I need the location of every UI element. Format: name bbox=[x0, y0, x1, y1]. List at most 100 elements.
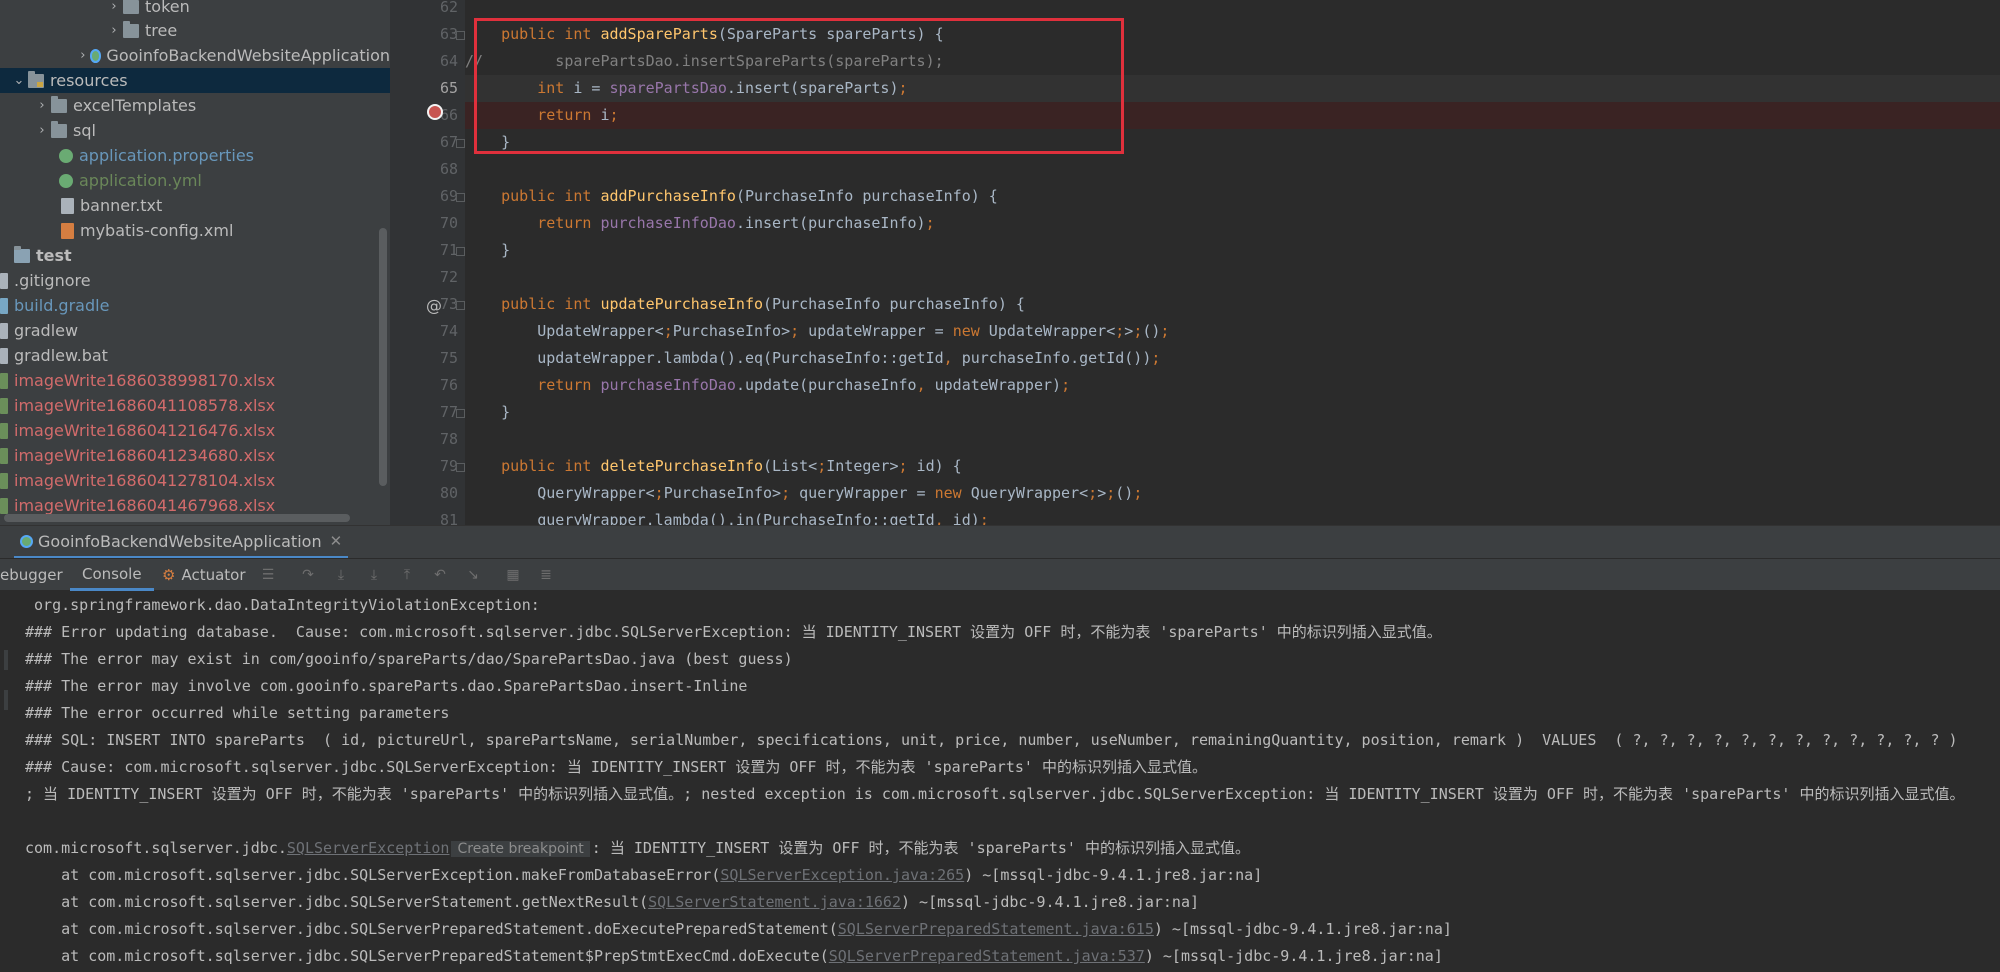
run-tab-application[interactable]: GooinfoBackendWebsiteApplication ✕ bbox=[14, 526, 349, 559]
code-line[interactable]: return i; bbox=[465, 102, 2000, 129]
code-line[interactable]: UpdateWrapper<;PurchaseInfo>; updateWrap… bbox=[465, 318, 2000, 345]
close-icon[interactable]: ✕ bbox=[330, 532, 343, 550]
code-line[interactable]: // sparePartsDao.insertSpareParts(spareP… bbox=[465, 48, 2000, 75]
evaluate-icon[interactable]: ▦ bbox=[505, 567, 521, 583]
chevron-down-icon[interactable]: ⌄ bbox=[10, 73, 28, 88]
code-line[interactable]: QueryWrapper<;PurchaseInfo>; queryWrappe… bbox=[465, 480, 2000, 507]
fold-marker-icon[interactable] bbox=[456, 301, 465, 310]
tree-item-application-yml[interactable]: application.yml bbox=[0, 168, 390, 193]
tree-item-tree[interactable]: › tree bbox=[0, 18, 390, 43]
console-output[interactable]: org.springframework.dao.DataIntegrityVio… bbox=[0, 590, 2000, 972]
chevron-right-icon[interactable]: › bbox=[105, 0, 123, 14]
tree-item-label: excelTemplates bbox=[73, 96, 197, 115]
project-tree[interactable]: › token › tree › GooinfoBackendWebsiteAp… bbox=[0, 0, 390, 525]
run-to-cursor-icon[interactable]: ↘ bbox=[465, 567, 481, 583]
tab-debugger[interactable]: ebugger bbox=[0, 559, 63, 591]
tab-console[interactable]: Console bbox=[70, 559, 154, 591]
code-line[interactable]: public int addPurchaseInfo(PurchaseInfo … bbox=[465, 183, 2000, 210]
chevron-right-icon[interactable]: › bbox=[105, 23, 123, 38]
exception-link[interactable]: SQLServerException bbox=[287, 839, 450, 857]
menu-icon[interactable]: ☰ bbox=[260, 567, 276, 583]
code-line[interactable]: public int updatePurchaseInfo(PurchaseIn… bbox=[465, 291, 2000, 318]
code-line[interactable] bbox=[465, 0, 2000, 21]
excel-file-icon bbox=[0, 497, 8, 514]
tree-item-label: tree bbox=[145, 21, 178, 40]
code-line[interactable] bbox=[465, 426, 2000, 453]
create-breakpoint-hint[interactable]: Create breakpoint bbox=[451, 841, 590, 857]
xml-file-icon bbox=[61, 222, 74, 239]
step-over-icon[interactable]: ↷ bbox=[300, 567, 316, 583]
trace-icon[interactable]: ≣ bbox=[538, 567, 554, 583]
tree-item-test[interactable]: test bbox=[0, 243, 390, 268]
tree-item-xlsx[interactable]: imageWrite1686041278104.xlsx bbox=[0, 468, 390, 493]
line-number: 80 bbox=[439, 484, 458, 502]
tree-item-sql[interactable]: › sql bbox=[0, 118, 390, 143]
code-line[interactable] bbox=[465, 264, 2000, 291]
breakpoint-icon[interactable] bbox=[427, 104, 443, 120]
tree-horizontal-scrollbar[interactable] bbox=[4, 514, 350, 522]
tree-item-xlsx[interactable]: imageWrite1686041216476.xlsx bbox=[0, 418, 390, 443]
tree-item-mybatis-config[interactable]: mybatis-config.xml bbox=[0, 218, 390, 243]
tree-item-exceltemplates[interactable]: › excelTemplates bbox=[0, 93, 390, 118]
tree-item-gradlew[interactable]: gradlew bbox=[0, 318, 390, 343]
chevron-right-icon[interactable]: › bbox=[33, 98, 51, 113]
code-line[interactable] bbox=[465, 156, 2000, 183]
fold-marker-icon[interactable] bbox=[456, 193, 465, 202]
tree-item-xlsx[interactable]: imageWrite1686041108578.xlsx bbox=[0, 393, 390, 418]
tree-item-label: resources bbox=[50, 71, 128, 90]
code-editor[interactable]: 62 63 64 65 66 67 68 69 70 71 72 73 74 75 76 77 78 79 80 81… bbox=[390, 0, 2000, 525]
excel-file-icon bbox=[0, 397, 8, 414]
source-link[interactable]: SQLServerPreparedStatement.java:537 bbox=[829, 947, 1145, 965]
line-number: 67 bbox=[439, 133, 458, 151]
fold-marker-icon[interactable] bbox=[456, 409, 465, 418]
fold-marker-icon[interactable] bbox=[456, 463, 465, 472]
code-line[interactable]: public int addSpareParts(SpareParts spar… bbox=[465, 21, 2000, 48]
tree-item-label: banner.txt bbox=[80, 196, 163, 215]
code-line[interactable]: updateWrapper.lambda().eq(PurchaseInfo::… bbox=[465, 345, 2000, 372]
actuator-icon: ⚙ bbox=[162, 566, 176, 584]
tree-item-xlsx[interactable]: imageWrite1686041234680.xlsx bbox=[0, 443, 390, 468]
tree-item-application-class[interactable]: › GooinfoBackendWebsiteApplication bbox=[0, 43, 390, 68]
tree-item-banner[interactable]: banner.txt bbox=[0, 193, 390, 218]
console-line: ### The error may exist in com/gooinfo/s… bbox=[25, 650, 793, 668]
code-line[interactable]: return purchaseInfoDao.insert(purchaseIn… bbox=[465, 210, 2000, 237]
console-line: ### The error may involve com.gooinfo.sp… bbox=[25, 677, 748, 695]
drop-frame-icon[interactable]: ↶ bbox=[432, 567, 448, 583]
chevron-right-icon[interactable]: › bbox=[33, 123, 51, 138]
step-into-icon[interactable]: ⤓ bbox=[333, 567, 349, 583]
code-line[interactable]: public int deletePurchaseInfo(List<;Inte… bbox=[465, 453, 2000, 480]
tree-item-xlsx[interactable]: imageWrite1686038998170.xlsx bbox=[0, 368, 390, 393]
source-link[interactable]: SQLServerStatement.java:1662 bbox=[648, 893, 901, 911]
fold-marker-icon[interactable] bbox=[456, 31, 465, 40]
code-line[interactable]: return purchaseInfoDao.update(purchaseIn… bbox=[465, 372, 2000, 399]
source-link[interactable]: SQLServerPreparedStatement.java:615 bbox=[838, 920, 1154, 938]
tree-item-resources[interactable]: ⌄ resources bbox=[0, 68, 390, 93]
run-panel: GooinfoBackendWebsiteApplication ✕ ebugg… bbox=[0, 525, 2000, 972]
code-line[interactable]: int i = sparePartsDao.insert(spareParts)… bbox=[465, 75, 2000, 102]
code-line[interactable]: } bbox=[465, 129, 2000, 156]
chevron-right-icon[interactable]: › bbox=[76, 48, 90, 63]
code-line[interactable]: queryWrapper.lambda().in(PurchaseInfo::g… bbox=[465, 507, 2000, 525]
tree-item-build-gradle[interactable]: build.gradle bbox=[0, 293, 390, 318]
tab-actuator[interactable]: ⚙ Actuator bbox=[162, 559, 246, 591]
step-out-icon[interactable]: ⤒ bbox=[399, 567, 415, 583]
source-link[interactable]: SQLServerException.java:265 bbox=[720, 866, 964, 884]
force-step-into-icon[interactable]: ⤓ bbox=[366, 567, 382, 583]
console-line: ### Cause: com.microsoft.sqlserver.jdbc.… bbox=[25, 758, 1207, 776]
line-number: 75 bbox=[439, 349, 458, 367]
tree-item-gradlew-bat[interactable]: gradlew.bat bbox=[0, 343, 390, 368]
line-number: 78 bbox=[439, 430, 458, 448]
tree-item-gitignore[interactable]: .gitignore bbox=[0, 268, 390, 293]
editor-gutter[interactable]: 62 63 64 65 66 67 68 69 70 71 72 73 74 75 76 77 78 79 80 81 bbox=[390, 0, 465, 525]
console-line: ### The error occurred while setting par… bbox=[25, 704, 450, 722]
code-line[interactable]: } bbox=[465, 399, 2000, 426]
tree-item-label: .gitignore bbox=[14, 271, 91, 290]
folder-icon bbox=[123, 20, 139, 38]
fold-marker-icon[interactable] bbox=[456, 139, 465, 148]
fold-marker-icon[interactable] bbox=[456, 247, 465, 256]
tree-vertical-scrollbar[interactable] bbox=[379, 228, 387, 486]
tree-item-application-properties[interactable]: application.properties bbox=[0, 143, 390, 168]
tree-item-token[interactable]: › token bbox=[0, 0, 390, 19]
spring-config-icon bbox=[59, 173, 73, 188]
code-line[interactable]: } bbox=[465, 237, 2000, 264]
